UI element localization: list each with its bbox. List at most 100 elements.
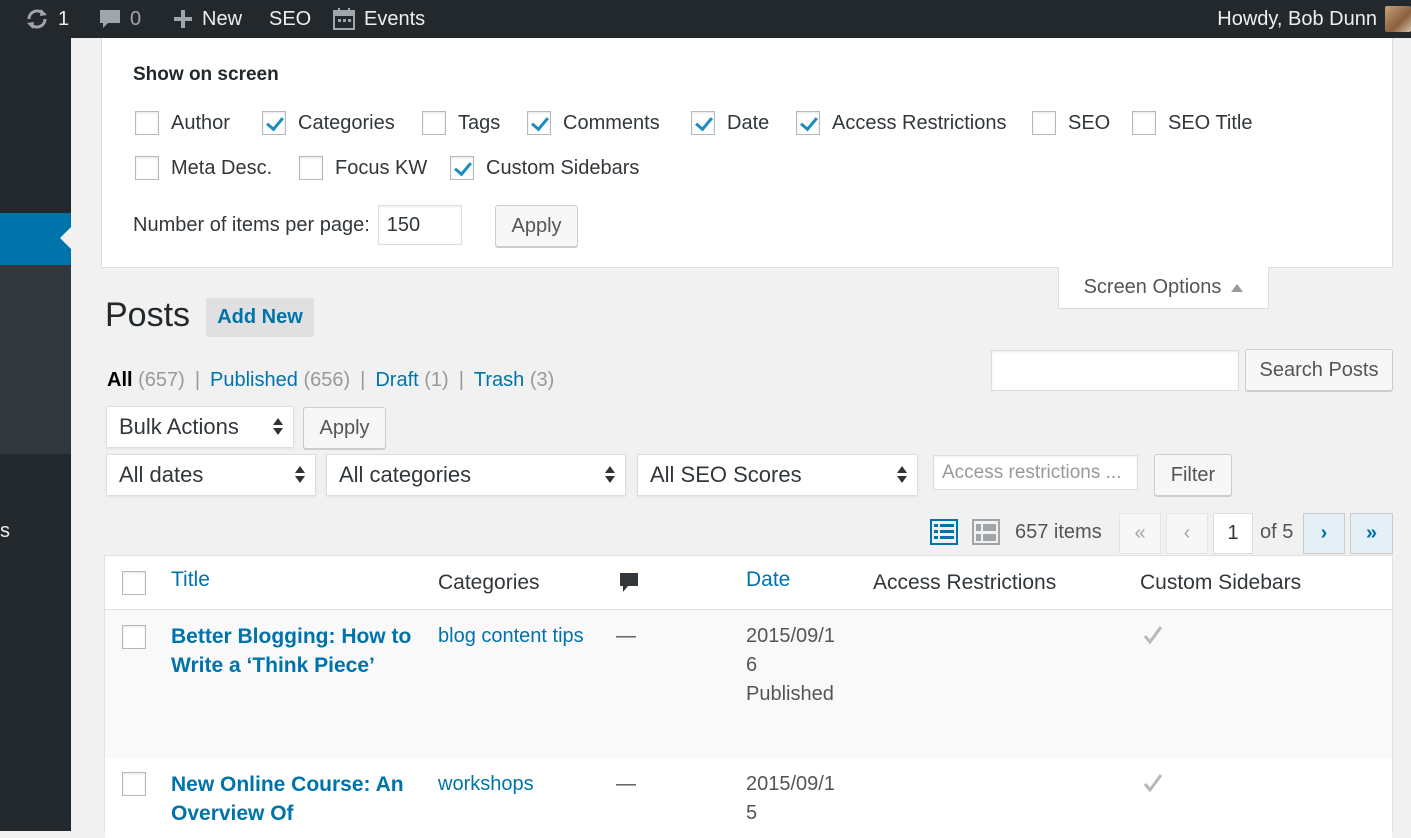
screen-options-toggle[interactable]: Screen Options — [1058, 267, 1269, 309]
new-content-menu[interactable]: New — [172, 0, 242, 38]
post-status-links: All (657) | Published (656) | Draft (1) … — [107, 369, 554, 392]
admin-sidebar: s — [0, 38, 71, 831]
excerpt-view-icon[interactable] — [971, 517, 1001, 547]
checkbox[interactable] — [1032, 111, 1056, 135]
comment-bubble-icon[interactable] — [619, 572, 639, 594]
post-comments: — — [616, 625, 636, 647]
page-title: Posts — [105, 296, 191, 334]
seo-menu[interactable]: SEO — [269, 0, 311, 38]
screen-options-tab-label: Screen Options — [1083, 276, 1222, 298]
search-posts-button[interactable]: Search Posts — [1245, 349, 1393, 391]
column-header-categories: Categories — [438, 571, 540, 594]
bulk-apply-button[interactable]: Apply — [303, 407, 386, 449]
select-arrows-icon — [605, 466, 615, 483]
per-page-label: Number of items per page: — [133, 213, 370, 236]
column-toggle-access-restrictions[interactable]: Access Restrictions — [796, 111, 1007, 135]
post-category-link[interactable]: workshops — [438, 770, 534, 799]
column-toggle-date[interactable]: Date — [691, 111, 769, 135]
row-checkbox[interactable] — [122, 625, 146, 649]
bulk-actions-select[interactable]: Bulk Actions — [106, 406, 294, 448]
checkbox[interactable] — [1132, 111, 1156, 135]
avatar — [1385, 6, 1411, 32]
checkbox[interactable] — [796, 111, 820, 135]
column-toggle-seo[interactable]: SEO — [1032, 111, 1110, 135]
checkbox[interactable] — [422, 111, 446, 135]
comments-count: 0 — [130, 7, 142, 30]
checkbox[interactable] — [135, 156, 159, 180]
new-label: New — [202, 7, 243, 30]
separator: | — [194, 369, 201, 391]
separator: | — [458, 369, 464, 391]
column-header-title[interactable]: Title — [171, 568, 210, 592]
comments-menu[interactable]: 0 — [98, 0, 141, 38]
status-link-trash[interactable]: Trash (3) — [474, 369, 554, 392]
column-header-date[interactable]: Date — [746, 568, 790, 592]
account-menu[interactable]: Howdy, Bob Dunn — [1217, 0, 1411, 38]
search-input[interactable] — [991, 350, 1239, 391]
checkbox[interactable] — [691, 111, 715, 135]
add-new-button[interactable]: Add New — [206, 298, 314, 337]
row-checkbox[interactable] — [122, 772, 146, 796]
column-toggle-seo-title[interactable]: SEO Title — [1132, 111, 1252, 135]
separator: | — [360, 369, 366, 391]
checkmark-icon — [1143, 774, 1163, 793]
post-title-link[interactable]: Better Blogging: How to Write a ‘Think P… — [171, 622, 421, 680]
calendar-icon — [333, 8, 355, 30]
next-page-button[interactable]: › — [1303, 513, 1345, 554]
sidebar-item-label-partial[interactable]: s — [0, 520, 10, 543]
plus-icon — [174, 10, 192, 28]
status-link-published[interactable]: Published (656) — [210, 369, 350, 392]
table-row: Better Blogging: How to Write a ‘Think P… — [105, 610, 1392, 758]
seo-label: SEO — [269, 7, 312, 30]
total-pages: of 5 — [1260, 521, 1294, 543]
category-filter-select[interactable]: All categories — [326, 454, 626, 496]
access-restrictions-input[interactable]: Access restrictions ... — [933, 455, 1138, 490]
column-header-access-restrictions: Access Restrictions — [873, 571, 1057, 594]
column-header-custom-sidebars: Custom Sidebars — [1140, 571, 1302, 594]
post-title-link[interactable]: New Online Course: An Overview Of — [171, 770, 421, 828]
checkmark-icon — [1143, 626, 1163, 645]
first-page-button[interactable]: « — [1119, 513, 1161, 554]
checkbox[interactable] — [262, 111, 286, 135]
prev-page-button[interactable]: ‹ — [1166, 513, 1208, 554]
column-toggle-comments[interactable]: Comments — [527, 111, 660, 135]
posts-table: Title Categories Date Access Restriction… — [104, 555, 1393, 838]
refresh-icon — [27, 9, 47, 29]
column-toggle-meta-desc[interactable]: Meta Desc. — [135, 156, 272, 180]
updates-count: 1 — [58, 7, 70, 30]
status-link-all[interactable]: All (657) — [107, 369, 185, 392]
events-menu[interactable]: Events — [332, 0, 425, 38]
checkbox[interactable] — [527, 111, 551, 135]
post-status: Published — [746, 683, 834, 705]
column-toggle-categories[interactable]: Categories — [262, 111, 395, 135]
table-header: Title Categories Date Access Restriction… — [105, 556, 1392, 610]
per-page-row: Number of items per page: 150 — [133, 205, 462, 245]
updates-menu[interactable]: 1 — [24, 0, 69, 38]
per-page-input[interactable]: 150 — [377, 205, 462, 245]
screen-options-apply-button[interactable]: Apply — [495, 205, 578, 247]
last-page-button[interactable]: » — [1350, 513, 1393, 554]
select-arrows-icon — [295, 466, 305, 483]
column-toggle-tags[interactable]: Tags — [422, 111, 500, 135]
post-comments: — — [616, 773, 636, 795]
list-view-icon[interactable] — [929, 517, 959, 547]
checkbox[interactable] — [450, 156, 474, 180]
select-arrows-icon — [273, 418, 283, 435]
current-page-input[interactable]: 1 — [1213, 513, 1253, 554]
column-toggle-focus-kw[interactable]: Focus KW — [299, 156, 427, 180]
admin-bar: 1 0 New SEO Events Howdy, Bob Dunn — [0, 0, 1411, 38]
checkbox[interactable] — [135, 111, 159, 135]
events-label: Events — [364, 7, 426, 30]
checkbox[interactable] — [299, 156, 323, 180]
current-menu-arrow — [60, 227, 71, 249]
screen-options-title: Show on screen — [133, 64, 279, 85]
seo-score-filter-select[interactable]: All SEO Scores — [637, 454, 918, 496]
date-filter-select[interactable]: All dates — [106, 454, 316, 496]
post-category-link[interactable]: blog content tips — [438, 622, 584, 651]
column-toggle-author[interactable]: Author — [135, 111, 230, 135]
status-link-draft[interactable]: Draft (1) — [375, 369, 448, 392]
filter-button[interactable]: Filter — [1154, 454, 1232, 496]
screen-options-panel: Show on screen Author Categories Tags Co… — [101, 38, 1393, 268]
select-all-checkbox[interactable] — [122, 571, 146, 595]
column-toggle-custom-sidebars[interactable]: Custom Sidebars — [450, 156, 639, 180]
